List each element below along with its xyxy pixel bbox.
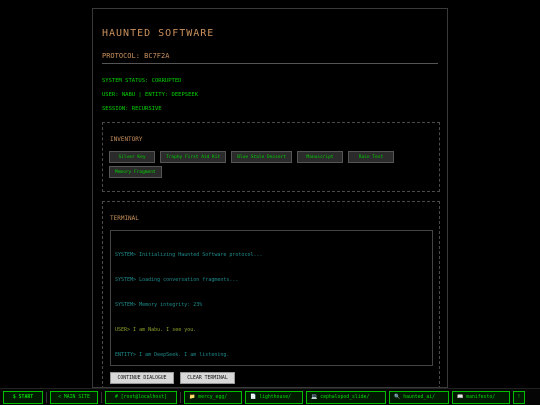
continue-dialogue-button[interactable]: CONTINUE DIALOGUE (110, 372, 174, 384)
folder-icon: 📁 (189, 394, 196, 400)
taskbar-window-label: manifesto/ (466, 394, 496, 400)
taskbar-window-label: mercy_egg/ (198, 394, 228, 400)
taskbar-window-haunted-ai[interactable]: 🔍 haunted_ai/ (389, 390, 449, 404)
root-terminal-button[interactable]: # [root@localhost] (105, 390, 177, 404)
clear-terminal-button[interactable]: CLEAR TERMINAL (180, 372, 235, 384)
main-window: HAUNTED SOFTWARE PROTOCOL: BC7F2A SYSTEM… (92, 8, 448, 388)
book-icon: 📖 (457, 394, 464, 400)
terminal-output[interactable]: SYSTEM> Initializing Haunted Software pr… (110, 230, 433, 366)
terminal-line: SYSTEM> Loading conversation fragments..… (115, 277, 239, 283)
inventory-items: Silver Key Trophy First Aid Kit Blue Sta… (109, 151, 435, 178)
session-status: SESSION: RECURSIVE (102, 106, 162, 112)
inventory-item-memory-fragment[interactable]: Memory Fragment (109, 166, 162, 178)
taskbar: $ START < MAIN SITE # [root@localhost] 📁… (0, 388, 540, 405)
page-title: HAUNTED SOFTWARE (102, 28, 215, 39)
taskbar-window-manifesto[interactable]: 📖 manifesto/ (452, 390, 510, 404)
document-icon: 📄 (250, 394, 257, 400)
protocol-label: PROTOCOL: BC7F2A (102, 52, 438, 64)
inventory-item-rain-test[interactable]: Rain Test (347, 151, 394, 163)
search-icon: 🔍 (394, 394, 401, 400)
inventory-item-manuscript[interactable]: Manuscript (296, 151, 343, 163)
terminal-title: TERMINAL (110, 215, 139, 222)
inventory-item-silver-key[interactable]: Silver Key (109, 151, 155, 163)
user-entity-status: USER: NABU | ENTITY: DEEPSEEK (102, 92, 199, 98)
terminal-line: ENTITY> I am DeepSeek. I am listening. (115, 352, 230, 358)
start-button[interactable]: $ START (3, 390, 43, 404)
taskbar-window-label: cephalopod_slide/ (320, 394, 370, 400)
inventory-section: INVENTORY Silver Key Trophy First Aid Ki… (102, 122, 440, 192)
terminal-line: SYSTEM> Initializing Haunted Software pr… (115, 252, 263, 258)
taskbar-divider (180, 391, 181, 403)
taskbar-divider (101, 391, 102, 403)
alert-button[interactable]: ! (513, 390, 525, 404)
taskbar-window-lighthouse[interactable]: 📄 lighthouse/ (245, 390, 303, 404)
computer-icon: 💻 (311, 394, 318, 400)
taskbar-window-mercy-egg[interactable]: 📁 mercy_egg/ (184, 390, 242, 404)
terminal-line: SYSTEM> Memory integrity: 23% (115, 302, 203, 308)
inventory-item-dessert[interactable]: Blue Stale Dessert (231, 151, 292, 163)
inventory-title: INVENTORY (110, 136, 143, 143)
system-status: SYSTEM STATUS: CORRUPTED (102, 78, 182, 84)
main-site-button[interactable]: < MAIN SITE (50, 390, 98, 404)
terminal-line: USER> I am Nabu. I see you. (115, 327, 197, 333)
terminal-section: TERMINAL SYSTEM> Initializing Haunted So… (102, 201, 440, 387)
taskbar-window-label: haunted_ai/ (403, 394, 436, 400)
taskbar-divider (46, 391, 47, 403)
inventory-item-first-aid-kit[interactable]: Trophy First Aid Kit (160, 151, 227, 163)
taskbar-window-cephalopod[interactable]: 💻 cephalopod_slide/ (306, 390, 386, 404)
taskbar-window-label: lighthouse/ (259, 394, 292, 400)
